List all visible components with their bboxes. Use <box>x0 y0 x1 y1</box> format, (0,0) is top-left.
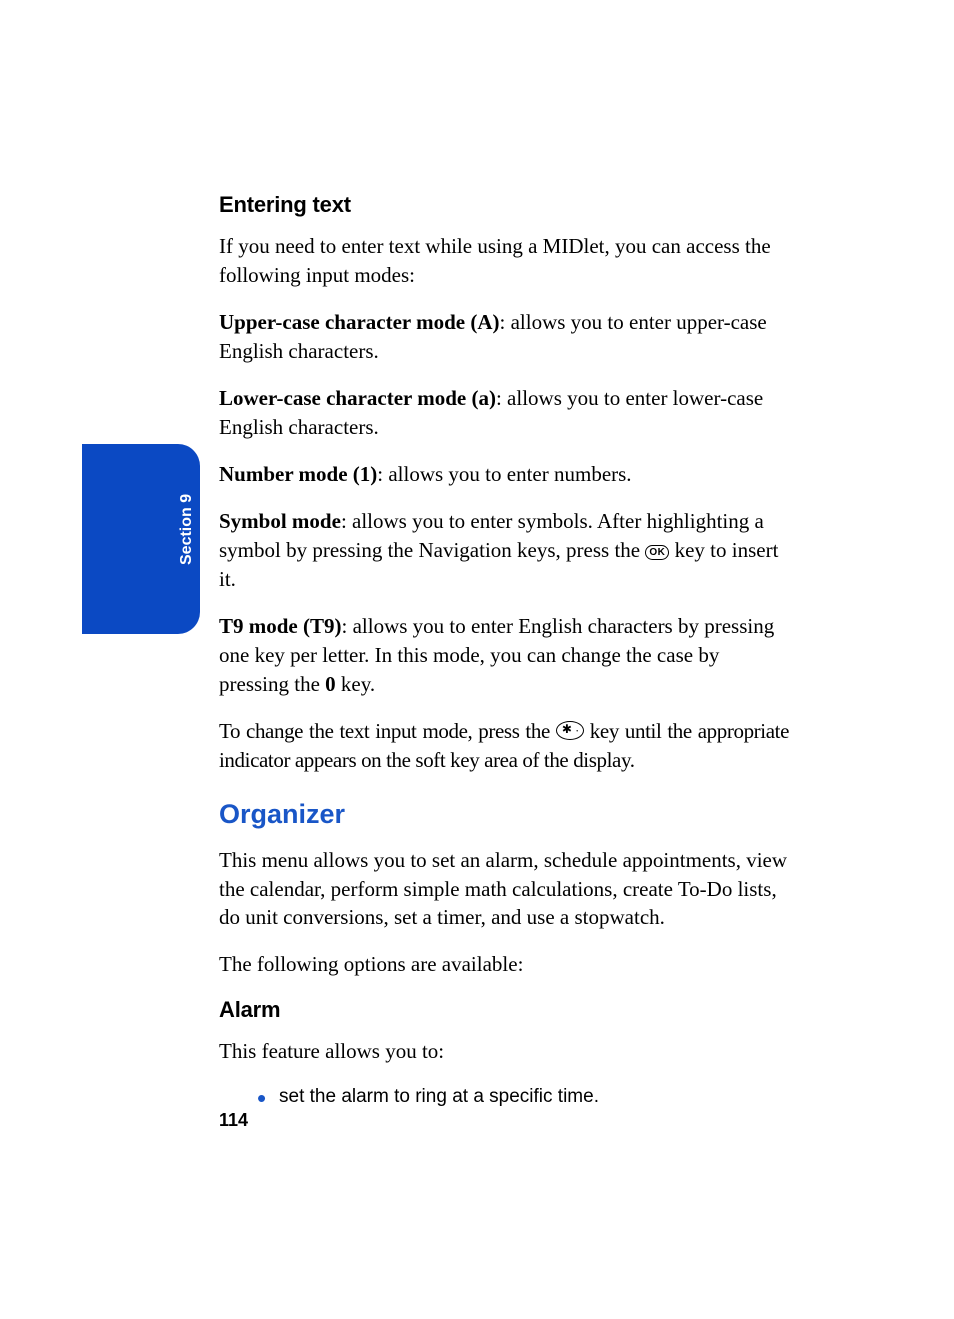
zero-key: 0 <box>325 672 336 696</box>
text-number: : allows you to enter numbers. <box>377 462 631 486</box>
para-alarm-intro: This feature allows you to: <box>219 1037 789 1066</box>
heading-alarm: Alarm <box>219 997 789 1023</box>
para-change: To change the text input mode, press the… <box>219 717 789 775</box>
para-symbol: Symbol mode: allows you to enter symbols… <box>219 507 789 594</box>
para-organizer-follow: The following options are available: <box>219 950 789 979</box>
text-t9-b: key. <box>336 672 375 696</box>
para-intro: If you need to enter text while using a … <box>219 232 789 290</box>
section-tab-label: Section 9 <box>178 494 196 565</box>
para-t9: T9 mode (T9): allows you to enter Englis… <box>219 612 789 699</box>
text-change-a: To change the text input mode, press the <box>219 719 556 743</box>
heading-organizer: Organizer <box>219 799 789 830</box>
para-lower: Lower-case character mode (a): allows yo… <box>219 384 789 442</box>
label-lower: Lower-case character mode (a) <box>219 386 496 410</box>
heading-entering-text: Entering text <box>219 192 789 218</box>
page: Section 9 Entering text If you need to e… <box>0 0 954 1319</box>
label-t9: T9 mode (T9) <box>219 614 342 638</box>
label-upper: Upper-case character mode (A) <box>219 310 500 334</box>
para-number: Number mode (1): allows you to enter num… <box>219 460 789 489</box>
alarm-bullet-1: set the alarm to ring at a specific time… <box>263 1084 789 1111</box>
label-number: Number mode (1) <box>219 462 377 486</box>
label-symbol: Symbol mode <box>219 509 341 533</box>
content-area: Entering text If you need to enter text … <box>219 192 789 1111</box>
alarm-bullet-list: set the alarm to ring at a specific time… <box>219 1084 789 1111</box>
star-key-icon <box>556 721 584 740</box>
ok-key-icon: OK <box>645 545 669 560</box>
para-upper: Upper-case character mode (A): allows yo… <box>219 308 789 366</box>
page-number: 114 <box>219 1110 248 1131</box>
para-organizer-intro: This menu allows you to set an alarm, sc… <box>219 846 789 933</box>
